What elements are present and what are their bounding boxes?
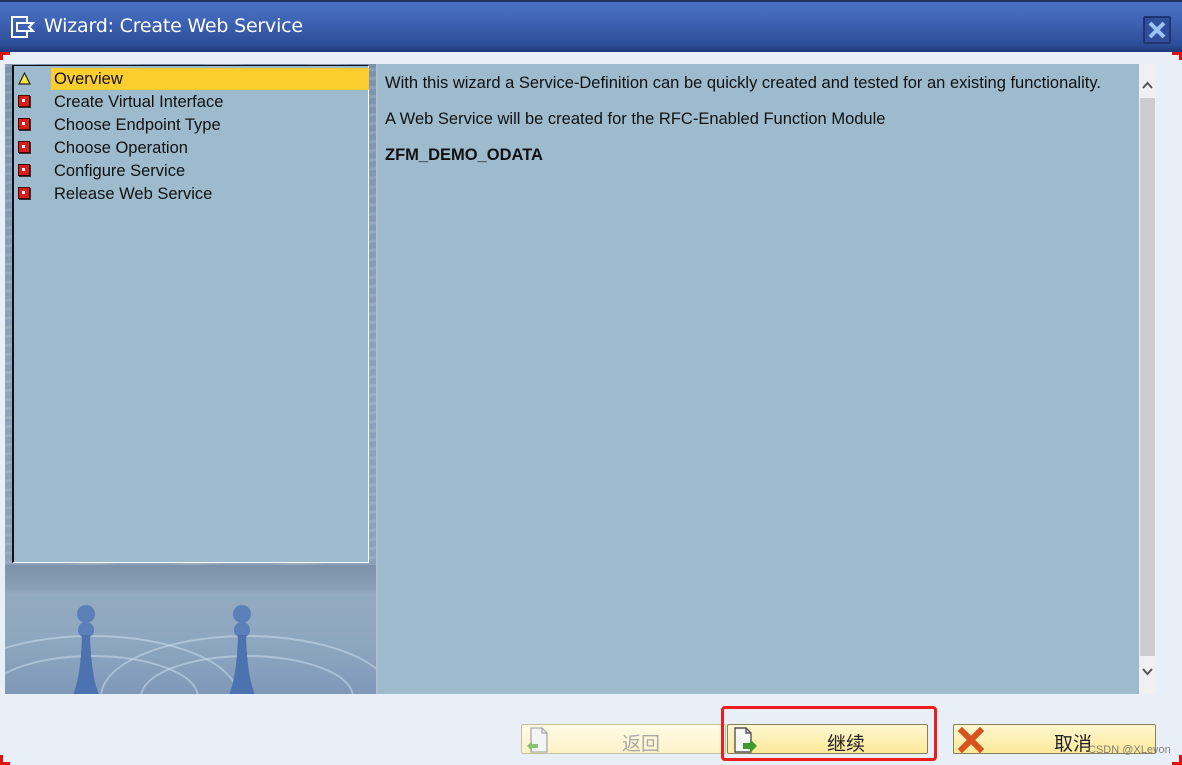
water-drop-icon xyxy=(73,605,99,694)
step-overview[interactable]: Overview xyxy=(14,68,369,90)
vertical-scrollbar[interactable] xyxy=(1139,64,1156,694)
water-drop-image xyxy=(5,565,376,694)
step-release-web-service[interactable]: Release Web Service xyxy=(14,183,368,205)
red-square-icon xyxy=(18,164,30,176)
back-button[interactable]: 返回 xyxy=(521,724,726,755)
step-label: Choose Operation xyxy=(54,139,188,157)
scroll-down-icon[interactable] xyxy=(1142,667,1153,677)
scrollbar-thumb[interactable] xyxy=(1140,98,1155,656)
info-text: A Web Service will be created for the RF… xyxy=(385,110,886,128)
function-module-name: ZFM_DEMO_ODATA xyxy=(385,146,543,164)
step-choose-operation[interactable]: Choose Operation xyxy=(14,137,368,159)
step-label: Release Web Service xyxy=(54,185,213,203)
step-label: Choose Endpoint Type xyxy=(54,116,221,134)
window-corner-marker xyxy=(0,755,3,765)
step-label: Create Virtual Interface xyxy=(54,93,224,111)
red-square-icon xyxy=(18,118,30,130)
step-create-virtual-interface[interactable]: Create Virtual Interface xyxy=(14,91,368,113)
red-square-icon xyxy=(18,141,30,153)
close-button[interactable] xyxy=(1143,16,1171,44)
red-square-icon xyxy=(18,95,30,107)
wizard-icon xyxy=(11,16,35,38)
back-button-label: 返回 xyxy=(622,733,661,755)
window-corner-marker xyxy=(0,52,3,60)
warning-triangle-icon xyxy=(18,72,31,85)
title-bar: Wizard: Create Web Service xyxy=(0,0,1182,52)
watermark-text: CSDN @XLevon xyxy=(1088,744,1171,756)
close-icon xyxy=(1148,21,1166,39)
scroll-up-icon[interactable] xyxy=(1142,80,1153,90)
wizard-steps-list: Overview Create Virtual Interface Choose… xyxy=(12,65,369,563)
step-configure-service[interactable]: Configure Service xyxy=(14,160,368,182)
annotation-highlight-box xyxy=(721,706,937,761)
cancel-button-label: 取消 xyxy=(1054,733,1093,755)
window-title: Wizard: Create Web Service xyxy=(44,15,303,37)
step-label: Overview xyxy=(51,68,369,90)
cancel-x-icon xyxy=(958,726,984,753)
description-panel: With this wizard a Service-Definition ca… xyxy=(378,64,1140,694)
step-label: Configure Service xyxy=(54,162,186,180)
water-drop-icon xyxy=(229,605,255,694)
intro-text: With this wizard a Service-Definition ca… xyxy=(385,74,1101,92)
step-choose-endpoint-type[interactable]: Choose Endpoint Type xyxy=(14,114,368,136)
back-arrow-icon xyxy=(527,727,548,753)
red-square-icon xyxy=(18,187,30,199)
